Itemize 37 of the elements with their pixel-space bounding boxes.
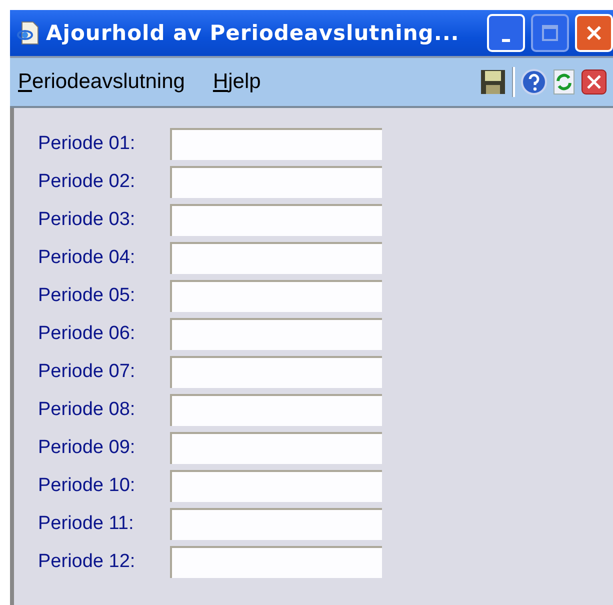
save-icon[interactable] <box>480 69 506 95</box>
window-title: Ajourhold av Periodeavslutning... <box>46 21 460 45</box>
input-field[interactable] <box>170 432 382 464</box>
menu-item[interactable]: Periodeavslutning <box>18 70 185 94</box>
field-label: Periode 08: <box>38 399 136 421</box>
maximize-icon <box>541 24 559 42</box>
field-label: Periode 03: <box>38 209 136 231</box>
maximize-button[interactable] <box>531 14 569 52</box>
input-field[interactable] <box>170 318 382 350</box>
field-label: Periode 04: <box>38 247 136 269</box>
input-field[interactable] <box>170 394 382 426</box>
field-label: Periode 12: <box>38 551 136 573</box>
input-field[interactable] <box>170 508 382 540</box>
minimize-icon <box>502 38 510 42</box>
minimize-button[interactable] <box>487 14 525 52</box>
input-field[interactable] <box>170 128 382 160</box>
input-field[interactable] <box>170 204 382 236</box>
refresh-icon[interactable] <box>553 69 575 95</box>
field-label: Periode 10: <box>38 475 136 497</box>
input-field[interactable] <box>170 356 382 388</box>
menu-item[interactable]: Hjelp <box>212 70 261 94</box>
field-label: Periode 01: <box>38 133 136 155</box>
input-field[interactable] <box>170 166 382 198</box>
field-label: Periode 02: <box>38 171 136 193</box>
close-icon[interactable] <box>581 69 607 95</box>
input-field[interactable] <box>170 280 382 312</box>
close-button[interactable] <box>575 14 613 52</box>
field-label: Periode 11: <box>38 513 135 535</box>
help-icon[interactable] <box>521 69 547 95</box>
field-label: Periode 09: <box>38 437 136 459</box>
input-field[interactable] <box>170 546 382 578</box>
field-label: Periode 07: <box>38 361 136 383</box>
field-label: Periode 06: <box>38 323 136 345</box>
close-icon <box>585 24 603 42</box>
field-label: Periode 05: <box>38 285 136 307</box>
input-field[interactable] <box>170 242 382 274</box>
input-field[interactable] <box>170 470 382 502</box>
